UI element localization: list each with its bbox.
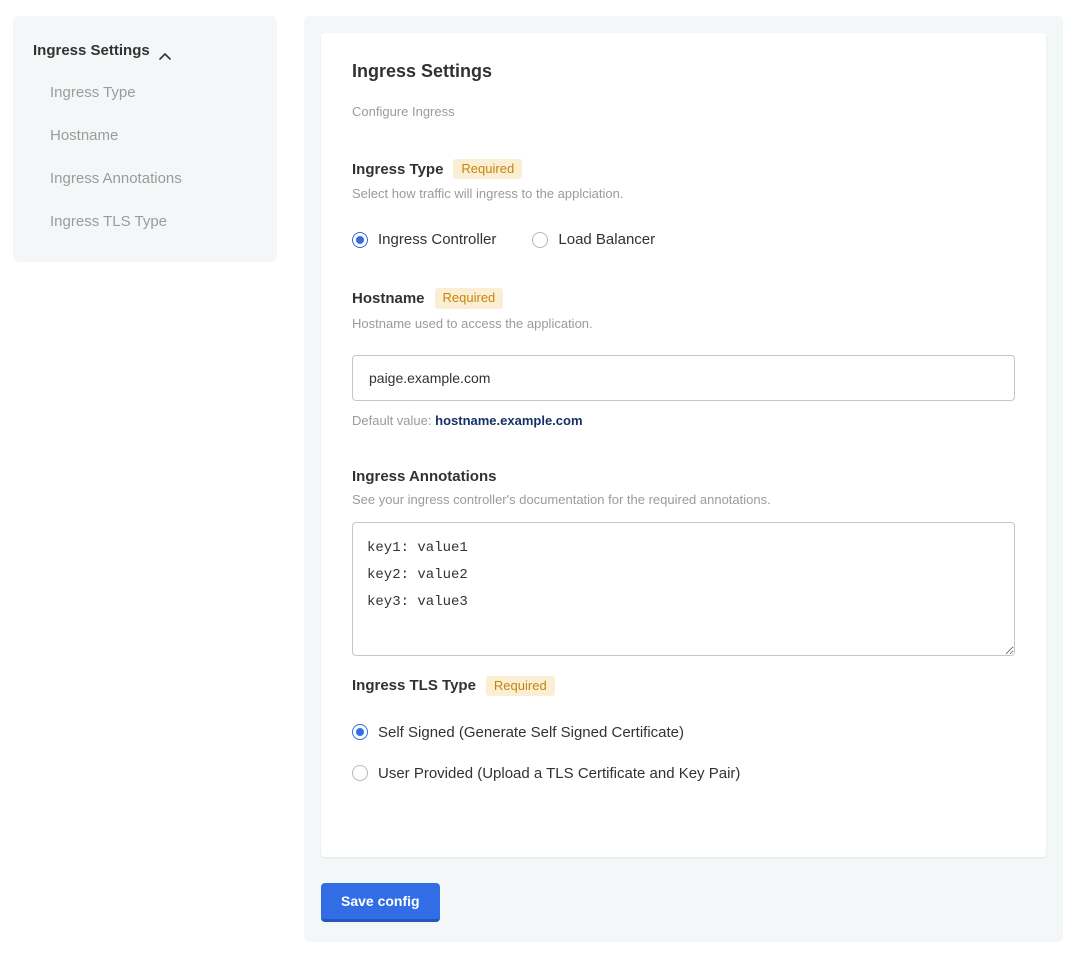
sidebar-group-ingress-settings[interactable]: Ingress Settings — [33, 42, 257, 59]
radio-option-load-balancer[interactable]: Load Balancer — [532, 231, 655, 248]
radio-option-user-provided[interactable]: User Provided (Upload a TLS Certificate … — [352, 765, 1015, 782]
ingress-tls-type-heading: Ingress TLS Type Required — [352, 676, 1015, 696]
section-hostname: Hostname Required Hostname used to acces… — [352, 288, 1015, 427]
hostname-heading: Hostname Required — [352, 288, 1015, 308]
save-config-button[interactable]: Save config — [321, 883, 440, 922]
sidebar-item-ingress-tls-type[interactable]: Ingress TLS Type — [50, 213, 257, 230]
required-badge: Required — [453, 159, 522, 179]
sidebar-item-ingress-type[interactable]: Ingress Type — [50, 84, 257, 101]
hostname-default-value: hostname.example.com — [435, 413, 582, 428]
config-group-title: Ingress Settings — [352, 61, 1015, 82]
radio-label: User Provided (Upload a TLS Certificate … — [378, 765, 740, 782]
chevron-up-icon — [159, 47, 171, 55]
section-ingress-type: Ingress Type Required Select how traffic… — [352, 159, 1015, 248]
ingress-tls-type-options: Self Signed (Generate Self Signed Certif… — [352, 724, 1015, 782]
radio-option-self-signed[interactable]: Self Signed (Generate Self Signed Certif… — [352, 724, 1015, 741]
config-sidebar: Ingress Settings Ingress Type Hostname I… — [13, 16, 277, 262]
radio-label: Self Signed (Generate Self Signed Certif… — [378, 724, 684, 741]
sidebar-item-hostname[interactable]: Hostname — [50, 127, 257, 144]
radio-icon[interactable] — [532, 232, 548, 248]
ingress-type-help: Select how traffic will ingress to the a… — [352, 186, 1015, 201]
ingress-type-label: Ingress Type — [352, 161, 443, 178]
radio-label: Ingress Controller — [378, 231, 496, 248]
page: Ingress Settings Ingress Type Hostname I… — [0, 0, 1090, 942]
config-main: Ingress Settings Configure Ingress Ingre… — [304, 16, 1063, 942]
ingress-annotations-label: Ingress Annotations — [352, 468, 496, 485]
ingress-type-options: Ingress Controller Load Balancer — [352, 231, 1015, 248]
hostname-default-line: Default value: hostname.example.com — [352, 413, 1015, 428]
hostname-label: Hostname — [352, 290, 425, 307]
radio-label: Load Balancer — [558, 231, 655, 248]
config-card: Ingress Settings Configure Ingress Ingre… — [321, 33, 1046, 857]
sidebar-group-label: Ingress Settings — [33, 42, 150, 59]
ingress-annotations-help: See your ingress controller's documentat… — [352, 492, 1015, 507]
ingress-tls-type-label: Ingress TLS Type — [352, 677, 476, 694]
hostname-input[interactable] — [352, 355, 1015, 401]
radio-icon[interactable] — [352, 765, 368, 781]
ingress-annotations-heading: Ingress Annotations — [352, 468, 1015, 485]
ingress-type-heading: Ingress Type Required — [352, 159, 1015, 179]
hostname-help: Hostname used to access the application. — [352, 316, 1015, 331]
required-badge: Required — [435, 288, 504, 308]
radio-option-ingress-controller[interactable]: Ingress Controller — [352, 231, 496, 248]
section-ingress-annotations: Ingress Annotations See your ingress con… — [352, 468, 1015, 656]
sidebar-items: Ingress Type Hostname Ingress Annotation… — [33, 84, 257, 230]
required-badge: Required — [486, 676, 555, 696]
radio-icon[interactable] — [352, 724, 368, 740]
config-group-description: Configure Ingress — [352, 104, 1015, 119]
default-value-label: Default value: — [352, 413, 432, 428]
radio-icon[interactable] — [352, 232, 368, 248]
sidebar-item-ingress-annotations[interactable]: Ingress Annotations — [50, 170, 257, 187]
ingress-annotations-textarea[interactable]: key1: value1 key2: value2 key3: value3 — [352, 522, 1015, 656]
section-ingress-tls-type: Ingress TLS Type Required Self Signed (G… — [352, 676, 1015, 782]
